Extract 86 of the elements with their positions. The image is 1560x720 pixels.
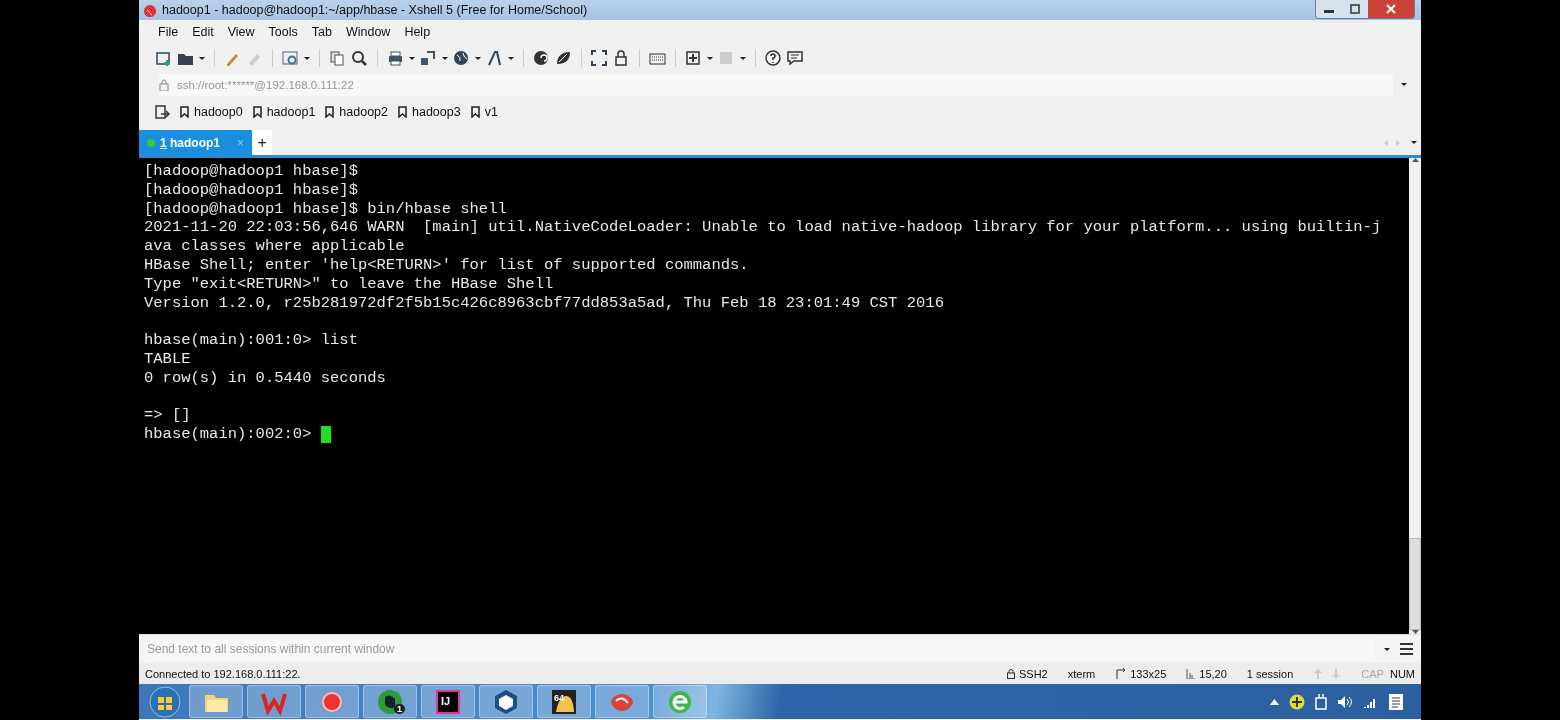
power-plug-icon[interactable] xyxy=(1315,693,1327,710)
maximize-button[interactable] xyxy=(1342,0,1368,18)
bookmark-link[interactable]: hadoop2 xyxy=(339,105,388,119)
search-icon[interactable] xyxy=(351,49,368,67)
menu-item[interactable]: Edit xyxy=(185,25,221,39)
status-message: Connected to 192.168.0.111:22. xyxy=(145,667,302,680)
globe-icon[interactable] xyxy=(453,49,470,67)
bookmark-link[interactable]: hadoop1 xyxy=(266,105,316,119)
lock-icon[interactable] xyxy=(613,49,630,67)
text-cursor xyxy=(320,426,331,444)
cursor-position-icon xyxy=(1186,668,1196,679)
icon-label: IJ xyxy=(441,695,451,707)
notification-icon[interactable] xyxy=(1387,692,1405,711)
caret-icon[interactable] xyxy=(475,56,481,60)
bookmark-icon xyxy=(470,106,480,118)
status-item: xterm xyxy=(1067,667,1096,680)
icon-label: 64 xyxy=(554,693,564,703)
count-badge: 1 xyxy=(394,704,405,714)
show-hidden-icons-icon[interactable] xyxy=(1270,698,1279,705)
status-item: SSH2 xyxy=(1018,667,1048,680)
close-button[interactable] xyxy=(1368,0,1414,18)
bookmark-icon xyxy=(180,106,189,118)
caret-icon[interactable] xyxy=(707,56,713,60)
caret-icon[interactable] xyxy=(409,56,415,60)
new-session-icon[interactable] xyxy=(155,49,172,67)
add-icon[interactable] xyxy=(685,49,702,67)
terminal-line: [hadoop@hadoop1 hbase]$ xyxy=(144,162,358,181)
menu-item[interactable]: View xyxy=(220,25,262,39)
new-tab-button[interactable]: + xyxy=(252,130,273,155)
terminal-line: 2021-11-20 22:03:56,646 WARN [main] util.NativeCodeLoader: Unable to load native-hadoop library for your platform... using builtin-j xyxy=(144,218,1382,238)
leaf-icon[interactable] xyxy=(555,49,572,67)
bookmark-link[interactable]: v1 xyxy=(484,105,498,119)
caret-icon[interactable] xyxy=(304,56,310,60)
key-indicator: CAP xyxy=(1361,667,1384,680)
lock-icon xyxy=(1006,668,1015,679)
caret-icon[interactable] xyxy=(1384,647,1390,651)
bookmark-icon xyxy=(252,106,262,118)
caret-icon[interactable] xyxy=(1401,83,1407,86)
resize-icon xyxy=(1115,668,1127,679)
scrollbar-thumb[interactable] xyxy=(1409,538,1421,630)
menu-item[interactable]: File xyxy=(151,25,186,39)
minimize-button[interactable] xyxy=(1316,0,1342,18)
menu-item[interactable]: Tools xyxy=(261,25,305,39)
help-icon[interactable] xyxy=(765,49,782,67)
menu-icon[interactable] xyxy=(1400,643,1413,655)
bookmark-icon xyxy=(398,106,407,118)
terminal-line: [hadoop@hadoop1 hbase]$ bin/hbase shell xyxy=(144,199,507,219)
transfer-arrows-icon xyxy=(1313,668,1342,679)
status-item: 133x25 xyxy=(1130,667,1167,680)
session-manager-icon[interactable] xyxy=(155,105,170,119)
caret-icon[interactable] xyxy=(199,56,205,60)
plus-circle-icon[interactable] xyxy=(1289,693,1305,710)
terminal-line: HBase Shell; enter 'help<RETURN>' for list of supported commands. xyxy=(144,256,749,275)
app-icon xyxy=(143,3,156,17)
chat-icon[interactable] xyxy=(787,49,804,67)
terminal-line: ava classes where applicable xyxy=(144,237,405,256)
caret-icon[interactable] xyxy=(442,56,448,60)
menu-item[interactable]: Help xyxy=(397,25,438,39)
terminal-line: 0 row(s) in 0.5440 seconds xyxy=(144,368,386,388)
status-item: 1 session xyxy=(1246,667,1294,680)
key-indicator: NUM xyxy=(1389,667,1415,680)
bookmark-icon xyxy=(325,106,335,118)
terminal-line: TABLE xyxy=(144,349,191,369)
start-button[interactable] xyxy=(148,684,182,719)
caret-icon[interactable] xyxy=(508,56,514,60)
bookmark-link[interactable]: hadoop3 xyxy=(412,105,461,119)
terminal-line: Version 1.2.0, r25b281972df2f5b15c426c8963cbf77dd853a5ad, Thu Feb 18 23:01:49 CST 2016 xyxy=(144,293,944,313)
bookmark-link[interactable]: hadoop0 xyxy=(194,105,243,119)
printer-icon[interactable] xyxy=(387,49,404,67)
menu-item[interactable]: Window xyxy=(338,25,398,39)
spiral-icon[interactable] xyxy=(533,49,550,67)
caret-icon[interactable] xyxy=(1411,141,1417,144)
terminal-line: Type "exit<RETURN>" to leave the HBase Shell xyxy=(144,274,554,294)
menu-item[interactable]: Tab xyxy=(304,25,339,39)
fullscreen-icon[interactable] xyxy=(591,49,608,67)
window-title: hadoop1 - hadoop@hadoop1:~/app/hbase - Xshell 5 (Free for Home/School) xyxy=(162,3,589,17)
terminal-line: [hadoop@hadoop1 hbase]$ xyxy=(144,180,358,200)
status-item: 15,20 xyxy=(1199,667,1227,680)
copy-icon[interactable] xyxy=(329,49,346,67)
caret-icon[interactable] xyxy=(740,56,746,60)
status-dot-icon xyxy=(147,138,155,147)
terminal-line: hbase(main):001:0> list xyxy=(144,331,358,350)
shell-prompt: hbase(main):002:0> xyxy=(144,425,313,444)
terminal-line: => [] xyxy=(144,406,191,426)
speaker-icon[interactable] xyxy=(1337,694,1353,709)
lock-icon xyxy=(159,78,169,91)
